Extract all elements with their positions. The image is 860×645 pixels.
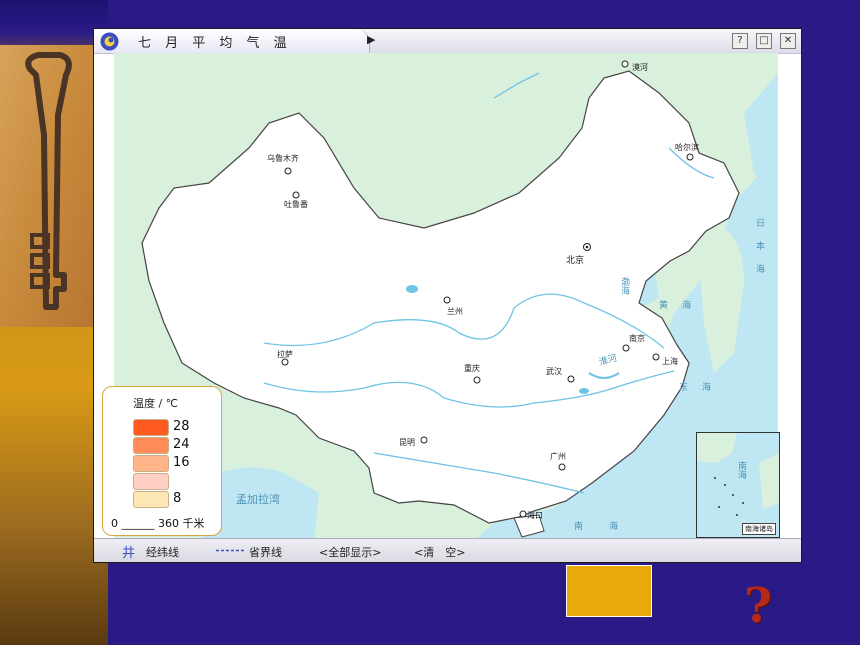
city-dot-icon xyxy=(443,296,451,304)
legend-label: 16 xyxy=(173,455,190,470)
city-label: 武汉 xyxy=(546,366,562,376)
legend-swatch xyxy=(133,491,169,508)
city-dot-icon xyxy=(567,375,575,383)
city-label: 拉萨 xyxy=(277,349,293,359)
legend-label: 28 xyxy=(173,419,190,434)
dashed-line-icon xyxy=(216,549,246,552)
city-label: 重庆 xyxy=(464,363,480,373)
bottom-toolbar: 井 经纬线 省界线 <全部显示> <清 空> xyxy=(94,538,801,562)
app-logo-icon xyxy=(100,32,119,51)
map-window: 七 月 平 均 气 温 ▶ ? □ ✕ 漠河 哈尔滨 乌鲁木齐 吐鲁番 北京 兰… xyxy=(93,28,802,563)
sea-label: 孟加拉湾 xyxy=(236,492,280,506)
city-dot-icon xyxy=(652,353,660,361)
city-label: 吐鲁番 xyxy=(284,199,308,209)
inset-land xyxy=(759,453,779,509)
inset-sea-label: 南海 xyxy=(736,460,747,480)
city-dot-icon xyxy=(292,191,300,199)
city-label: 广州 xyxy=(550,451,566,461)
scale-bar-label: 0 ______ 360 千米 xyxy=(111,517,205,530)
title-bar: 七 月 平 均 气 温 ▶ ? □ ✕ xyxy=(94,29,801,54)
answer-box[interactable] xyxy=(566,565,652,617)
sea-label: 渤海 xyxy=(619,276,630,296)
inset-land xyxy=(697,433,737,463)
legend-swatch xyxy=(133,455,169,472)
sea-label: 黄海 xyxy=(659,299,705,311)
inset-map: 南海 xyxy=(697,433,779,516)
city-label: 漠河 xyxy=(632,62,648,72)
grid-icon[interactable]: 井 xyxy=(122,542,135,561)
expand-arrow-icon[interactable]: ▶ xyxy=(367,33,375,46)
city-label: 海口 xyxy=(527,510,543,520)
city-dot-icon xyxy=(284,167,292,175)
city-label: 北京 xyxy=(566,254,584,266)
close-button[interactable]: ✕ xyxy=(780,33,796,49)
province-toggle-button[interactable]: 省界线 xyxy=(249,544,282,560)
city-label: 兰州 xyxy=(447,306,463,316)
city-dot-icon xyxy=(519,510,527,518)
south-china-sea-inset[interactable]: 南海 南海诸岛 xyxy=(696,432,780,538)
help-button[interactable]: ? xyxy=(732,33,748,49)
window-title: 七 月 平 均 气 温 xyxy=(138,36,292,51)
city-dot-icon xyxy=(281,358,289,366)
inset-islands xyxy=(714,477,744,516)
legend-title: 温度 / ℃ xyxy=(133,397,179,410)
city-dot-icon xyxy=(622,344,630,352)
legend-label: 8 xyxy=(173,491,182,506)
qinghai-lake xyxy=(406,285,418,293)
city-label: 乌鲁木齐 xyxy=(267,153,299,163)
restore-button[interactable]: □ xyxy=(756,33,772,49)
key-photo xyxy=(0,45,93,327)
legend-swatch xyxy=(133,419,169,436)
city-dot-icon xyxy=(473,376,481,384)
city-label: 南京 xyxy=(629,333,645,343)
city-dot-icon xyxy=(621,60,629,68)
legend-swatch xyxy=(133,473,169,490)
inset-caption: 南海诸岛 xyxy=(742,523,776,535)
city-dot-icon xyxy=(686,153,694,161)
city-label: 昆明 xyxy=(399,438,415,447)
sea-label: 南海 xyxy=(574,520,644,532)
legend-swatch xyxy=(133,437,169,454)
capital-center-icon xyxy=(585,245,589,249)
city-label: 哈尔滨 xyxy=(675,142,699,152)
city-label: 上海 xyxy=(662,356,678,366)
sea-label: 日本海 xyxy=(754,218,765,287)
show-all-button[interactable]: <全部显示> xyxy=(319,544,381,560)
grid-toggle-button[interactable]: 经纬线 xyxy=(146,544,179,560)
city-dot-icon xyxy=(420,436,428,444)
legend: 温度 / ℃ 28 24 16 8 0 ______ 360 千米 xyxy=(102,386,222,536)
poyang-lake xyxy=(579,388,589,394)
clear-button[interactable]: <清 空> xyxy=(414,544,465,560)
city-dot-icon xyxy=(558,463,566,471)
legend-label: 24 xyxy=(173,437,190,452)
sea-label: 东海 xyxy=(679,381,725,393)
question-mark-icon[interactable]: ? xyxy=(744,578,772,634)
